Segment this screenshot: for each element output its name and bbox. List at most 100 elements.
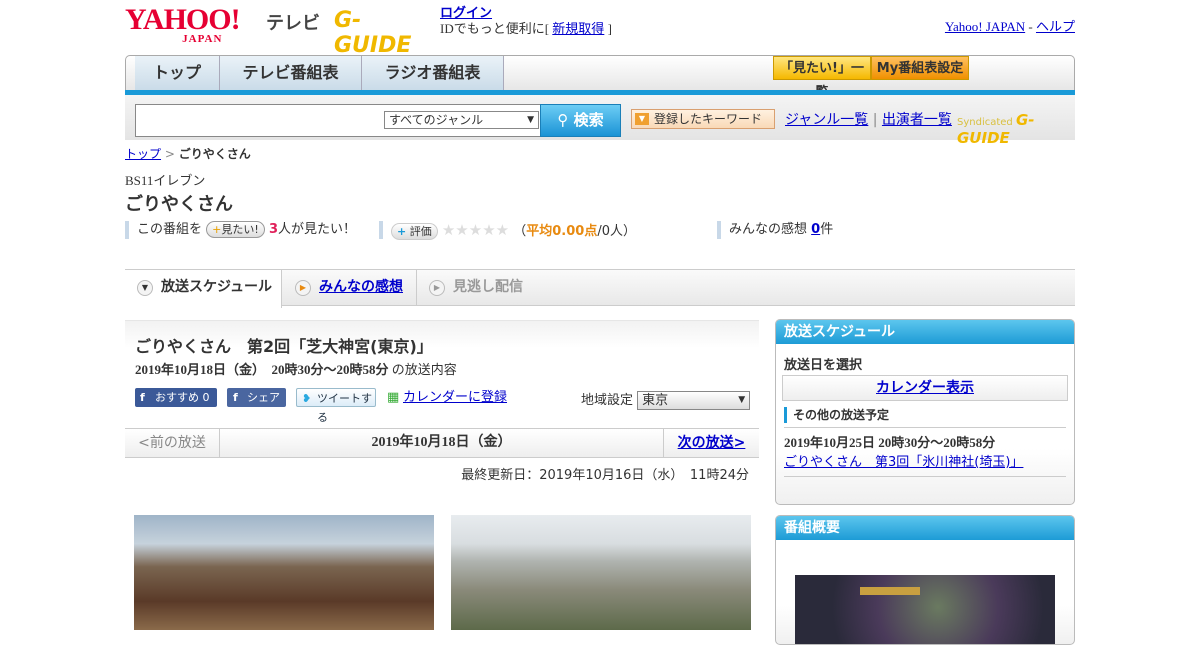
top-links: Yahoo! JAPAN - ヘルプ <box>945 16 1075 35</box>
facebook-icon: f <box>140 391 145 404</box>
search-links: ジャンル一覧 | 出演者一覧 <box>785 109 952 129</box>
avg-score: 平均0.00点 <box>526 224 598 239</box>
search-button[interactable]: ⚲ 検索 <box>540 104 621 137</box>
nav-tab-radio[interactable]: ラジオ番組表 <box>362 56 504 91</box>
want-button[interactable]: +見たい! <box>206 221 265 238</box>
program-tabs: ▼ 放送スケジュール ▶ みんなの感想 ▶ 見逃し配信 <box>125 269 1075 308</box>
next-schedule-link[interactable]: ごりやくさん 第3回「氷川神社(埼玉)」 <box>784 455 1023 470</box>
search-bar: すべてのジャンル ▼ ⚲ 検索 ▼ 登録したキーワード ジャンル一覧 | 出演者一覧… <box>125 95 1075 147</box>
syndicated-logo: Syndicated G-GUIDE <box>957 111 1075 147</box>
fb-recommend-button[interactable]: f おすすめ 0 <box>135 388 217 407</box>
next-link[interactable]: 次の放送> <box>678 435 746 451</box>
help-link[interactable]: ヘルプ <box>1036 19 1075 34</box>
register-link[interactable]: 新規取得 <box>552 21 604 36</box>
episode-title: ごりやくさん 第2回「芝大神宮(東京)」 <box>135 337 433 356</box>
calendar-button[interactable]: カレンダー表示 <box>782 375 1068 401</box>
tab-label: 見逃し配信 <box>453 279 523 295</box>
region-setting: 地域設定 東京 ▼ <box>581 389 751 410</box>
tab-missed[interactable]: ▶ 見逃し配信 <box>417 270 557 306</box>
gguide-logo: G-GUIDE <box>334 8 412 58</box>
tab-label[interactable]: みんなの感想 <box>319 279 403 295</box>
time-value: 2019年10月18日（金） 20時30分～20時58分 <box>135 362 389 377</box>
play-icon: ▶ <box>429 280 445 296</box>
main-nav: トップ テレビ番組表 ラジオ番組表 「見たい!」一覧 My番組表設定 <box>125 55 1075 100</box>
twitter-icon: ❥ <box>302 392 312 405</box>
channel-name: BS11イレブン <box>125 173 206 188</box>
dropdown-icon: ▼ <box>738 395 746 405</box>
chevron-down-icon: ▼ <box>137 280 153 296</box>
star-rating[interactable]: ★★★★★ <box>442 221 509 239</box>
panel-title: 番組概要 <box>776 516 1074 540</box>
id-suffix: ] <box>604 21 612 36</box>
time-suffix: の放送内容 <box>388 362 457 377</box>
tab-label: 放送スケジュール <box>161 279 273 295</box>
other-schedule-heading: その他の放送予定 <box>784 407 1066 423</box>
mitai-list-button[interactable]: 「見たい!」一覧 <box>773 56 871 100</box>
cast-list-link[interactable]: 出演者一覧 <box>882 112 952 128</box>
breadcrumb-sep: > <box>161 147 179 161</box>
program-image <box>795 575 1055 644</box>
calendar-link[interactable]: カレンダー表示 <box>876 380 974 396</box>
fb-share-button[interactable]: f シェア <box>227 388 286 407</box>
login-link[interactable]: ログイン <box>440 5 492 20</box>
search-icon: ⚲ <box>557 111 574 129</box>
breadcrumb-current: ごりやくさん <box>178 147 251 161</box>
fb-label: おすすめ 0 <box>155 391 210 404</box>
separator: - <box>1025 19 1036 34</box>
rating-section: + 評価 ★★★★★ （平均0.00点/0人） <box>379 221 636 240</box>
episode-photo[interactable] <box>134 515 434 630</box>
next-broadcast[interactable]: 次の放送> <box>663 429 759 457</box>
calendar-link[interactable]: カレンダーに登録 <box>403 390 507 405</box>
divider: | <box>872 112 878 128</box>
dropdown-icon: ▼ <box>527 115 534 125</box>
next-schedule-item: ごりやくさん 第3回「氷川神社(埼玉)」 <box>784 451 1066 477</box>
plus-icon: + <box>212 223 222 236</box>
search-label: 検索 <box>573 111 604 129</box>
nav-tab-tv[interactable]: テレビ番組表 <box>220 56 362 91</box>
keyword-button[interactable]: ▼ 登録したキーワード <box>631 109 775 129</box>
plus-icon: + <box>397 225 407 238</box>
next-schedule-time: 2019年10月25日 20時30分～20時58分 <box>784 427 1066 451</box>
schedule-panel: 放送スケジュール 放送日を選択 カレンダー表示 その他の放送予定 2019年10… <box>775 319 1075 505</box>
episode-photo[interactable] <box>451 515 751 630</box>
tweet-button[interactable]: ❥ ツイートする <box>296 388 376 424</box>
pager-date: 2019年10月18日（金） <box>371 435 512 450</box>
facebook-icon: f <box>233 391 238 404</box>
breadcrumb-top[interactable]: トップ <box>125 147 161 161</box>
logo-text: YAHOO! <box>125 3 241 36</box>
yahoo-japan-link[interactable]: Yahoo! JAPAN <box>945 19 1025 34</box>
calendar-register[interactable]: ▦ カレンダーに登録 <box>387 388 507 407</box>
tweet-label: ツイートする <box>317 392 372 424</box>
want-suffix: 人が見たい！ <box>277 222 356 237</box>
want-section: この番組を +見たい! 3人が見たい！ <box>125 221 356 239</box>
episode-info: ごりやくさん 第2回「芝大神宮(東京)」 2019年10月18日（金） 20時3… <box>125 320 759 424</box>
tab-schedule[interactable]: ▼ 放送スケジュール <box>125 270 282 308</box>
panel-title: 放送スケジュール <box>776 320 1074 344</box>
share-label: シェア <box>247 391 280 404</box>
yahoo-logo[interactable]: YAHOO! JAPAN <box>125 3 241 45</box>
impressions-suffix: 件 <box>820 222 834 237</box>
select-date-label: 放送日を選択 <box>784 358 863 373</box>
page-title: ごりやくさん <box>125 194 233 215</box>
region-value: 東京 <box>642 393 669 408</box>
keyword-label: 登録したキーワード <box>654 112 763 126</box>
want-count: 3 <box>268 222 278 237</box>
nav-tab-top[interactable]: トップ <box>135 56 220 91</box>
genre-list-link[interactable]: ジャンル一覧 <box>785 112 868 128</box>
episode-time: 2019年10月18日（金） 20時30分～20時58分 の放送内容 <box>135 359 457 378</box>
impressions-count[interactable]: 0 <box>811 222 820 237</box>
tab-impressions[interactable]: ▶ みんなの感想 <box>283 270 417 306</box>
genre-select[interactable]: すべてのジャンル ▼ <box>384 111 539 129</box>
rate-label: 評価 <box>409 225 432 238</box>
calendar-add-icon: ▦ <box>387 390 400 405</box>
service-name: テレビ <box>266 13 320 34</box>
region-label: 地域設定 <box>581 393 638 408</box>
region-select[interactable]: 東京 ▼ <box>637 391 751 410</box>
rate-button[interactable]: + 評価 <box>391 223 438 240</box>
genre-value: すべてのジャンル <box>389 113 484 127</box>
impressions-label: みんなの感想 <box>729 222 812 237</box>
impressions-section: みんなの感想 0件 <box>717 221 833 239</box>
my-settings-button[interactable]: My番組表設定 <box>871 56 969 80</box>
prev-broadcast[interactable]: <前の放送 <box>125 429 220 457</box>
torii-icon <box>860 587 920 595</box>
